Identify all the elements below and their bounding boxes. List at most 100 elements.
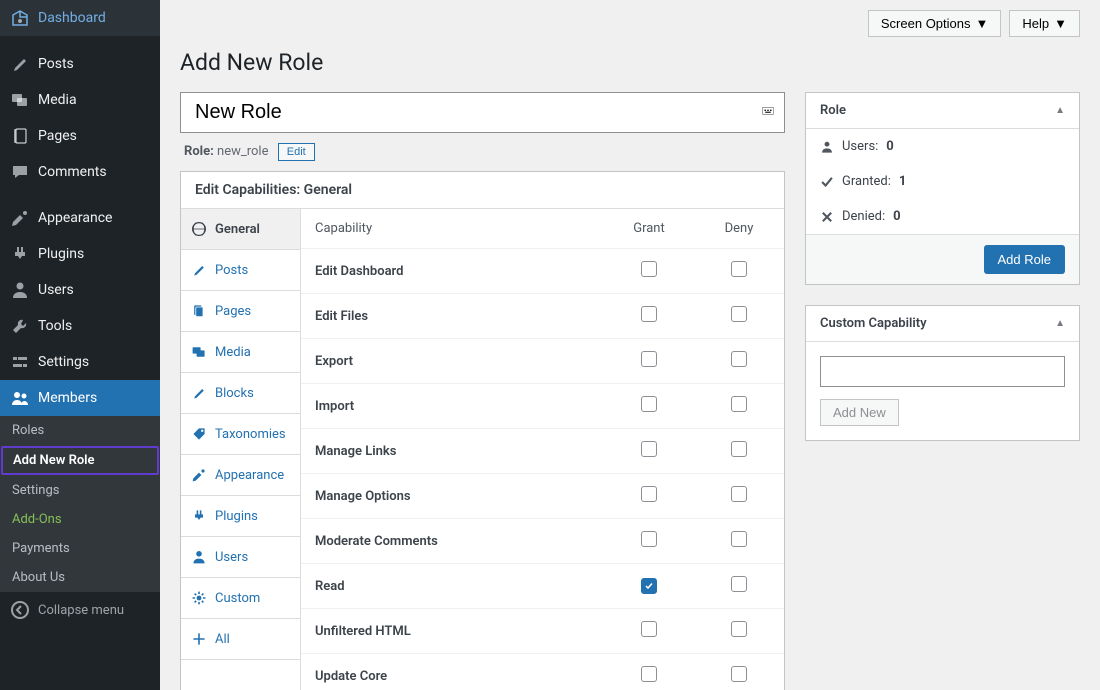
screen-options-button[interactable]: Screen Options ▼ bbox=[868, 10, 1001, 37]
sidebar-item-members[interactable]: Members bbox=[0, 380, 160, 416]
deny-checkbox[interactable] bbox=[731, 306, 747, 322]
admin-sidebar: Dashboard Posts Media Pages Comments Appearan… bbox=[0, 0, 160, 690]
cap-tab-label: Pages bbox=[215, 304, 251, 319]
submenu-item-payments[interactable]: Payments bbox=[0, 534, 160, 563]
submenu-item-roles[interactable]: Roles bbox=[0, 416, 160, 445]
role-meta-toggle[interactable]: Role▲ bbox=[806, 93, 1079, 129]
grant-checkbox[interactable] bbox=[641, 396, 657, 412]
cap-tab-label: Taxonomies bbox=[215, 427, 286, 442]
submenu-item-settings[interactable]: Settings bbox=[0, 476, 160, 505]
pages-icon bbox=[191, 303, 207, 319]
grant-checkbox[interactable] bbox=[641, 578, 657, 594]
cap-tab-label: Plugins bbox=[215, 509, 258, 524]
sidebar-item-posts[interactable]: Posts bbox=[0, 46, 160, 82]
cap-label: Export bbox=[301, 342, 604, 381]
add-custom-capability-button[interactable]: Add New bbox=[820, 399, 899, 426]
stat-denied: Denied: 0 bbox=[806, 199, 1079, 234]
sidebar-item-media[interactable]: Media bbox=[0, 82, 160, 118]
cap-row: Edit Files bbox=[301, 294, 784, 339]
cap-col-deny: Deny bbox=[694, 209, 784, 248]
grant-checkbox[interactable] bbox=[641, 351, 657, 367]
deny-checkbox[interactable] bbox=[731, 441, 747, 457]
settings-icon bbox=[10, 352, 30, 372]
cap-tab-appearance[interactable]: Appearance bbox=[181, 455, 300, 496]
edit-slug-button[interactable]: Edit bbox=[278, 143, 315, 161]
cap-row: Edit Dashboard bbox=[301, 249, 784, 294]
role-name-input[interactable] bbox=[180, 92, 785, 133]
all-icon bbox=[191, 631, 207, 647]
cap-label: Import bbox=[301, 387, 604, 426]
grant-checkbox[interactable] bbox=[641, 666, 657, 682]
deny-checkbox[interactable] bbox=[731, 261, 747, 277]
sidebar-item-tools[interactable]: Tools bbox=[0, 308, 160, 344]
deny-checkbox[interactable] bbox=[731, 621, 747, 637]
sidebar-item-settings[interactable]: Settings bbox=[0, 344, 160, 380]
caret-down-icon: ▼ bbox=[976, 16, 989, 31]
deny-checkbox[interactable] bbox=[731, 666, 747, 682]
custom-capability-toggle[interactable]: Custom Capability▲ bbox=[806, 306, 1079, 342]
sidebar-item-label: Settings bbox=[38, 354, 89, 370]
cap-col-grant: Grant bbox=[604, 209, 694, 248]
cap-tab-plugins[interactable]: Plugins bbox=[181, 496, 300, 537]
submenu-item-add-new-role[interactable]: Add New Role bbox=[1, 446, 159, 475]
role-meta-box: Role▲ Users: 0 Granted: 1 Denied: 0 bbox=[805, 92, 1080, 285]
custom-capability-input[interactable] bbox=[820, 356, 1065, 387]
appearance-icon bbox=[10, 208, 30, 228]
cap-row: Import bbox=[301, 384, 784, 429]
cap-tab-media[interactable]: Media bbox=[181, 332, 300, 373]
cap-label: Update Core bbox=[301, 657, 604, 690]
cap-tab-label: Custom bbox=[215, 591, 260, 606]
collapse-icon bbox=[10, 600, 30, 620]
cap-label: Edit Dashboard bbox=[301, 252, 604, 291]
cap-tab-posts[interactable]: Posts bbox=[181, 250, 300, 291]
submenu-item-addons[interactable]: Add-Ons bbox=[0, 505, 160, 534]
page-title: Add New Role bbox=[180, 49, 1080, 76]
grant-checkbox[interactable] bbox=[641, 306, 657, 322]
sidebar-item-appearance[interactable]: Appearance bbox=[0, 200, 160, 236]
cap-tab-label: Blocks bbox=[215, 386, 254, 401]
cap-row: Unfiltered HTML bbox=[301, 609, 784, 654]
members-icon bbox=[10, 388, 30, 408]
keyboard-icon bbox=[761, 104, 775, 122]
deny-checkbox[interactable] bbox=[731, 531, 747, 547]
add-role-button[interactable]: Add Role bbox=[984, 245, 1065, 274]
grant-checkbox[interactable] bbox=[641, 531, 657, 547]
cap-tab-taxonomies[interactable]: Taxonomies bbox=[181, 414, 300, 455]
grant-checkbox[interactable] bbox=[641, 486, 657, 502]
deny-checkbox[interactable] bbox=[731, 351, 747, 367]
grant-checkbox[interactable] bbox=[641, 621, 657, 637]
sidebar-item-users[interactable]: Users bbox=[0, 272, 160, 308]
sidebar-item-label: Appearance bbox=[38, 210, 112, 226]
deny-checkbox[interactable] bbox=[731, 396, 747, 412]
deny-checkbox[interactable] bbox=[731, 486, 747, 502]
cap-tab-blocks[interactable]: Blocks bbox=[181, 373, 300, 414]
deny-checkbox[interactable] bbox=[731, 576, 747, 592]
collapse-label: Collapse menu bbox=[38, 603, 124, 618]
grant-checkbox[interactable] bbox=[641, 261, 657, 277]
sidebar-item-label: Pages bbox=[38, 128, 77, 144]
cap-tab-all[interactable]: All bbox=[181, 619, 300, 660]
grant-checkbox[interactable] bbox=[641, 441, 657, 457]
comments-icon bbox=[10, 162, 30, 182]
cap-row: Read bbox=[301, 564, 784, 609]
cap-tab-custom[interactable]: Custom bbox=[181, 578, 300, 619]
sidebar-item-plugins[interactable]: Plugins bbox=[0, 236, 160, 272]
sidebar-item-label: Tools bbox=[38, 318, 72, 334]
sidebar-item-label: Posts bbox=[38, 56, 74, 72]
cap-tab-label: General bbox=[215, 222, 260, 237]
plugins-icon bbox=[191, 508, 207, 524]
sidebar-item-pages[interactable]: Pages bbox=[0, 118, 160, 154]
cap-tab-general[interactable]: General bbox=[181, 209, 300, 250]
cap-header-row: CapabilityGrantDeny bbox=[301, 209, 784, 249]
collapse-menu-button[interactable]: Collapse menu bbox=[0, 592, 160, 628]
sidebar-item-comments[interactable]: Comments bbox=[0, 154, 160, 190]
taxonomies-icon bbox=[191, 426, 207, 442]
triangle-up-icon: ▲ bbox=[1055, 318, 1065, 329]
cap-col-capability: Capability bbox=[301, 209, 604, 248]
cap-tab-users[interactable]: Users bbox=[181, 537, 300, 578]
help-button[interactable]: Help ▼ bbox=[1009, 10, 1080, 37]
submenu-item-about[interactable]: About Us bbox=[0, 563, 160, 592]
caret-down-icon: ▼ bbox=[1054, 16, 1067, 31]
sidebar-item-dashboard[interactable]: Dashboard bbox=[0, 0, 160, 36]
cap-tab-pages[interactable]: Pages bbox=[181, 291, 300, 332]
